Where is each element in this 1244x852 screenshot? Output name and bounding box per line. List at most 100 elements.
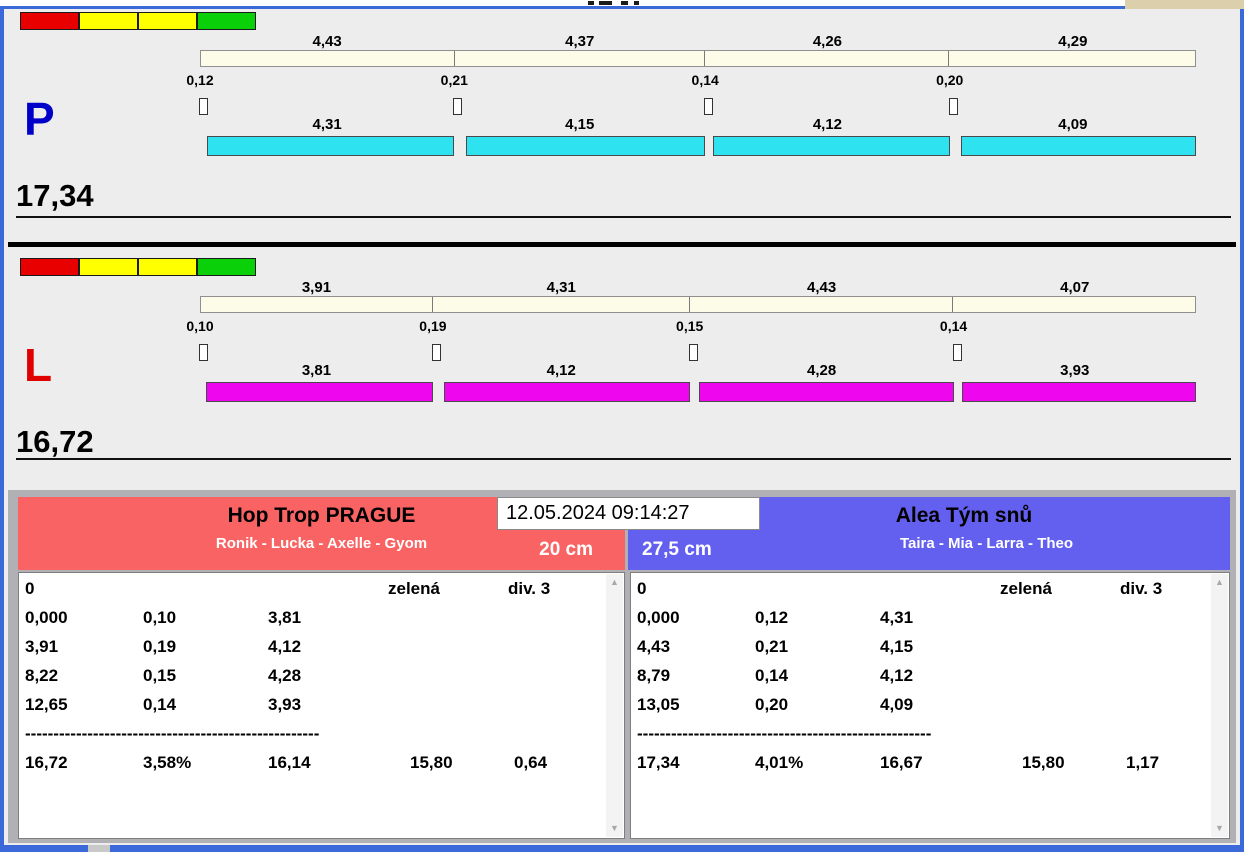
run-time-label: 3,93	[954, 362, 1196, 378]
result-panel-right: 0zelenádiv. 30,0000,124,314,430,214,158,…	[630, 572, 1230, 839]
window-border-bottom	[0, 845, 1244, 852]
result-cell: 17,34	[637, 753, 755, 773]
lane-letter: P	[24, 96, 55, 142]
scrollbar[interactable]: ▲ ▼	[606, 574, 623, 837]
background-window-fragment	[621, 1, 628, 5]
result-row: 0zelenádiv. 3	[637, 579, 1207, 608]
result-cell: 15,80	[388, 753, 508, 773]
run-slot: 3,81	[200, 354, 433, 412]
result-cell: 0,21	[755, 637, 880, 657]
lane-underline	[16, 458, 1231, 460]
cross-time-label: 0,15	[676, 318, 703, 334]
split-segment	[690, 297, 953, 312]
result-cell: ----------------------------------------…	[25, 724, 391, 744]
start-light-yellow-2	[138, 12, 197, 30]
result-row: 16,723,58%16,1415,800,64	[25, 753, 602, 782]
scroll-down-icon[interactable]: ▼	[1211, 824, 1228, 833]
result-cell: 16,67	[880, 753, 1000, 773]
lane-total: 16,72	[16, 424, 94, 460]
start-light-yellow-1	[79, 12, 138, 30]
start-light-yellow-2	[138, 258, 197, 276]
run-time-bar	[444, 382, 689, 402]
timestamp: 12.05.2024 09:14:27	[497, 497, 760, 530]
result-table: 0zelenádiv. 30,0000,103,813,910,194,128,…	[25, 579, 602, 834]
split-strip	[200, 50, 1196, 67]
result-cell: zelená	[388, 579, 508, 599]
split-segment	[201, 297, 433, 312]
result-cell: 4,12	[268, 637, 388, 657]
run-slot: 3,93	[954, 354, 1196, 412]
result-cell: 0,10	[143, 608, 268, 628]
result-cell: 0,14	[755, 666, 880, 686]
run-time-bar	[206, 382, 433, 402]
result-cell: 16,72	[25, 753, 143, 773]
result-cell: 13,05	[637, 695, 755, 715]
result-row: ----------------------------------------…	[637, 724, 1207, 753]
result-cell: zelená	[1000, 579, 1120, 599]
result-cell: 4,31	[880, 608, 1000, 628]
jump-height: 27,5 cm	[642, 539, 712, 561]
run-time-label: 4,31	[200, 116, 454, 132]
result-cell: 0,20	[755, 695, 880, 715]
start-light-red	[20, 12, 79, 30]
split-time-label: 4,07	[954, 279, 1196, 295]
scroll-up-icon[interactable]: ▲	[1211, 578, 1228, 587]
split-segment	[201, 51, 455, 66]
horizontal-scrollbar-thumb[interactable]	[88, 845, 110, 852]
team-members: Taira - Mia - Larra - Theo	[628, 535, 1230, 552]
scroll-up-icon[interactable]: ▲	[606, 578, 623, 587]
result-cell: 1,17	[1120, 753, 1207, 773]
lane-panel-p: 4,434,374,264,29 0,120,210,140,20 4,314,…	[4, 8, 1240, 220]
split-time-label: 4,37	[454, 33, 705, 49]
run-time-label: 4,09	[950, 116, 1196, 132]
run-time-label: 4,12	[433, 362, 690, 378]
lane-divider	[8, 242, 1236, 247]
split-segment	[705, 51, 949, 66]
split-labels: 4,434,374,264,29	[200, 33, 1196, 49]
result-cell: 0,12	[755, 608, 880, 628]
background-window-fragment	[634, 1, 639, 5]
result-row: 8,220,154,28	[25, 666, 602, 695]
result-cell: 3,91	[25, 637, 143, 657]
result-cell: 4,01%	[755, 753, 880, 773]
result-cell: 15,80	[1000, 753, 1120, 773]
result-cell: 4,15	[880, 637, 1000, 657]
scroll-down-icon[interactable]: ▼	[606, 824, 623, 833]
result-cell: 3,81	[268, 608, 388, 628]
result-cell: 0	[637, 579, 755, 599]
cross-time-label: 0,14	[940, 318, 967, 334]
cross-time-label: 0,12	[186, 72, 213, 88]
split-segment	[455, 51, 705, 66]
run-slot: 4,09	[950, 108, 1196, 166]
split-segment	[433, 297, 689, 312]
result-cell: 4,09	[880, 695, 1000, 715]
start-lights	[20, 258, 256, 276]
result-row: 8,790,144,12	[637, 666, 1207, 695]
start-light-yellow-1	[79, 258, 138, 276]
result-row: 0zelenádiv. 3	[25, 579, 602, 608]
run-time-label: 3,81	[200, 362, 433, 378]
result-row: 0,0000,124,31	[637, 608, 1207, 637]
run-time-label: 4,12	[705, 116, 950, 132]
split-time-label: 4,26	[705, 33, 950, 49]
split-strip	[200, 296, 1196, 313]
result-cell: 0,000	[25, 608, 143, 628]
result-cell: 4,43	[637, 637, 755, 657]
split-time-label: 4,29	[950, 33, 1196, 49]
run-row: 3,814,124,283,93	[200, 354, 1196, 412]
result-row: 12,650,143,93	[25, 695, 602, 724]
result-row: 13,050,204,09	[637, 695, 1207, 724]
cross-time-label: 0,21	[441, 72, 468, 88]
split-time-label: 4,43	[200, 33, 454, 49]
result-cell: 12,65	[25, 695, 143, 715]
start-light-green	[197, 12, 256, 30]
result-cell: div. 3	[508, 579, 602, 599]
lane-total: 17,34	[16, 178, 94, 214]
result-cell: 0,64	[508, 753, 602, 773]
lane-panel-l: 3,914,314,434,07 0,100,190,150,14 3,814,…	[4, 254, 1240, 466]
split-time-label: 3,91	[200, 279, 433, 295]
scrollbar[interactable]: ▲ ▼	[1211, 574, 1228, 837]
result-cell: 16,14	[268, 753, 388, 773]
run-slot: 4,15	[454, 108, 705, 166]
window-border-right	[1240, 6, 1244, 845]
